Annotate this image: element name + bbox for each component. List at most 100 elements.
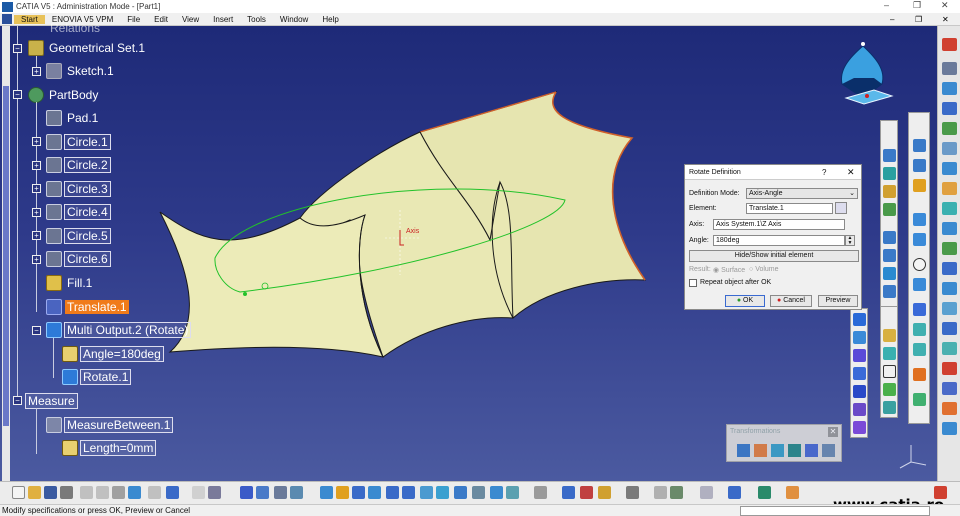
tool-icon[interactable]	[290, 486, 303, 499]
save-icon[interactable]	[44, 486, 57, 499]
axis-to-axis-tool-icon[interactable]	[822, 444, 835, 457]
ok-button[interactable]: ● OK	[725, 295, 765, 307]
tool-icon[interactable]	[942, 262, 957, 275]
tree-expand-toggle[interactable]: −	[13, 396, 22, 405]
tool-icon[interactable]	[942, 362, 957, 375]
tool-icon[interactable]	[942, 302, 957, 315]
tree-node-circle-4[interactable]: Circle.4	[46, 203, 111, 221]
tool-icon[interactable]	[786, 486, 799, 499]
tool-icon[interactable]	[883, 231, 896, 244]
tool-icon[interactable]	[942, 382, 957, 395]
angle-spinner[interactable]: ▲ ▼	[845, 235, 855, 246]
tool-icon[interactable]	[942, 182, 957, 195]
new-icon[interactable]	[12, 486, 25, 499]
tool-icon[interactable]	[883, 149, 896, 162]
zoom-out-icon[interactable]	[402, 486, 415, 499]
tool-icon[interactable]	[883, 365, 896, 378]
tree-scrollbar-thumb[interactable]	[3, 86, 9, 426]
zoom-in-icon[interactable]	[386, 486, 399, 499]
tool-icon[interactable]	[913, 139, 926, 152]
tool-icon[interactable]	[883, 267, 896, 280]
tree-expand-toggle[interactable]: +	[32, 231, 41, 240]
hide-show-initial-element-button[interactable]: Hide/Show initial element	[689, 250, 859, 262]
help-icon[interactable]	[166, 486, 179, 499]
transformations-close-button[interactable]: ✕	[828, 427, 838, 437]
element-field[interactable]: Translate.1	[746, 203, 833, 214]
tree-node-fill[interactable]: Fill.1	[46, 274, 94, 292]
menu-window[interactable]: Window	[273, 15, 315, 24]
menu-insert[interactable]: Insert	[206, 15, 240, 24]
tool-icon[interactable]	[256, 486, 269, 499]
symmetry-tool-icon[interactable]	[771, 444, 784, 457]
tool-icon[interactable]	[942, 242, 957, 255]
circle-tool-icon[interactable]	[913, 258, 926, 271]
paste-icon[interactable]	[112, 486, 125, 499]
tool-icon[interactable]	[942, 282, 957, 295]
element-selector-icon[interactable]	[835, 202, 847, 214]
tree-node-rotate[interactable]: Rotate.1	[62, 368, 132, 386]
menu-tools[interactable]: Tools	[240, 15, 273, 24]
tool-icon[interactable]	[942, 102, 957, 115]
tool-icon[interactable]	[853, 403, 866, 416]
formula-icon[interactable]	[192, 486, 205, 499]
tree-expand-toggle[interactable]: +	[32, 137, 41, 146]
compass-icon[interactable]	[834, 40, 894, 110]
tool-icon[interactable]	[913, 159, 926, 172]
tool-icon[interactable]	[913, 213, 926, 226]
scaling-tool-icon[interactable]	[788, 444, 801, 457]
tool-icon[interactable]	[883, 249, 896, 262]
tool-icon[interactable]	[580, 486, 593, 499]
menu-edit[interactable]: Edit	[147, 15, 175, 24]
tool-icon[interactable]	[913, 368, 926, 381]
tree-scrollbar[interactable]	[2, 26, 10, 481]
maximize-button[interactable]: ❐	[913, 0, 921, 11]
doc-close-button[interactable]: ✕	[942, 15, 949, 24]
tool-icon[interactable]	[942, 322, 957, 335]
tree-expand-toggle[interactable]: +	[32, 208, 41, 217]
cut-icon[interactable]	[80, 486, 93, 499]
tree-node-multi-output[interactable]: Multi Output.2 (Rotate)	[46, 321, 192, 339]
tool-icon[interactable]	[883, 329, 896, 342]
select-tool-icon[interactable]	[942, 142, 957, 155]
menu-file[interactable]: File	[120, 15, 147, 24]
tree-node-measure-between[interactable]: MeasureBetween.1	[46, 416, 174, 434]
tree-node-translate[interactable]: Translate.1	[46, 298, 129, 316]
tool-icon[interactable]	[883, 185, 896, 198]
menu-help[interactable]: Help	[315, 15, 345, 24]
print-icon[interactable]	[60, 486, 73, 499]
tool-icon[interactable]	[913, 278, 926, 291]
definition-mode-select[interactable]: Axis-Angle ⌄	[746, 188, 858, 199]
tool-icon[interactable]	[913, 233, 926, 246]
tree-node-partbody[interactable]: PartBody	[28, 86, 100, 104]
tool-icon[interactable]	[942, 342, 957, 355]
tool-icon[interactable]	[883, 285, 896, 298]
tree-node-circle-5[interactable]: Circle.5	[46, 227, 111, 245]
rotate-tool-icon[interactable]	[754, 444, 767, 457]
tree-node-length[interactable]: Length=0mm	[62, 439, 157, 457]
tool-icon[interactable]	[670, 486, 683, 499]
tree-node-geometrical-set[interactable]: Geometrical Set.1	[28, 39, 147, 57]
tool-icon[interactable]	[942, 202, 957, 215]
doc-restore-button[interactable]: ❐	[915, 15, 922, 24]
tool-icon[interactable]	[853, 349, 866, 362]
tool-icon[interactable]	[626, 486, 639, 499]
angle-field[interactable]: 180deg	[713, 235, 845, 246]
table-icon[interactable]	[240, 486, 253, 499]
command-input[interactable]	[740, 506, 930, 516]
copy-icon[interactable]	[96, 486, 109, 499]
hide-show-icon[interactable]	[490, 486, 503, 499]
tree-node-measure[interactable]: Measure	[25, 392, 78, 410]
tree-node-angle[interactable]: Angle=180deg	[62, 345, 164, 363]
normal-view-icon[interactable]	[420, 486, 433, 499]
tool-icon[interactable]	[883, 347, 896, 360]
tool-icon[interactable]	[853, 385, 866, 398]
tool-icon[interactable]	[913, 303, 926, 316]
iso-view-icon[interactable]	[454, 486, 467, 499]
tool-icon[interactable]	[758, 486, 771, 499]
menu-start[interactable]: Start	[14, 14, 45, 24]
tool-icon[interactable]	[700, 486, 713, 499]
tool-icon[interactable]	[883, 383, 896, 396]
tool-icon[interactable]	[913, 179, 926, 192]
menu-view[interactable]: View	[175, 15, 206, 24]
measure-icon[interactable]	[562, 486, 575, 499]
